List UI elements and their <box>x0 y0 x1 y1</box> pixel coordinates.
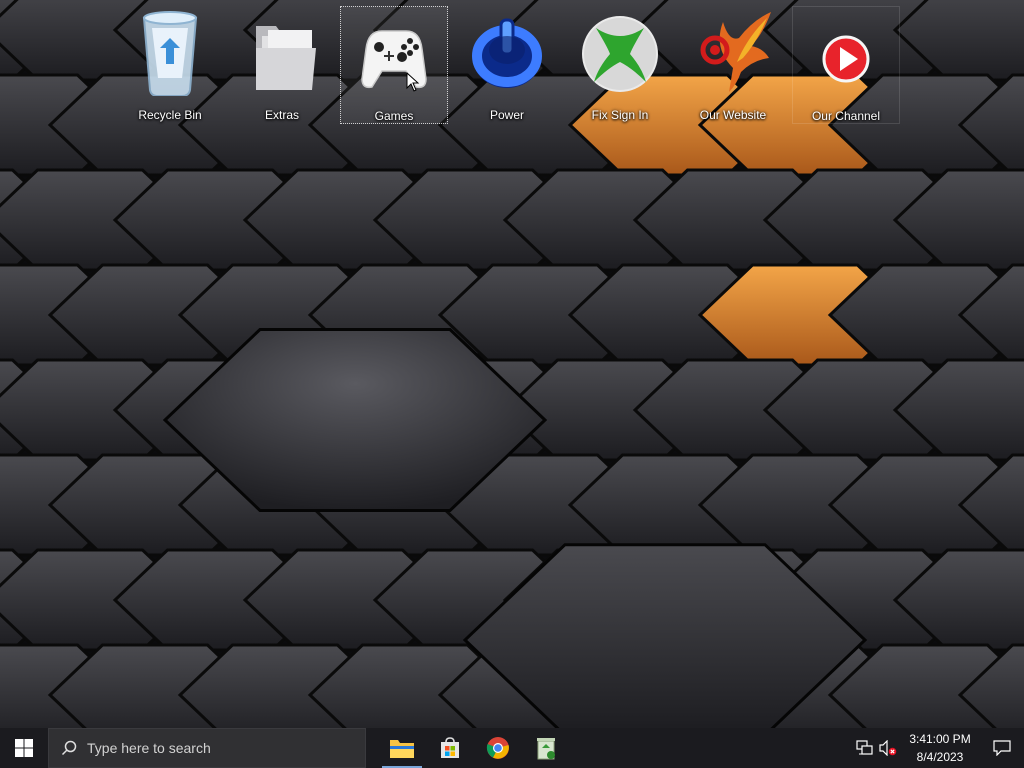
system-tray: 3:41:00 PM 8/4/2023 <box>852 728 1024 768</box>
taskbar-app-microsoft-store[interactable] <box>426 728 474 768</box>
recycle-app-icon <box>537 738 555 760</box>
start-button[interactable] <box>0 728 48 768</box>
desktop-icon-label: Games <box>374 109 414 123</box>
taskbar-app-chrome[interactable] <box>474 728 522 768</box>
search-input[interactable]: Type here to search <box>48 728 366 768</box>
microsoft-store-icon <box>441 737 459 758</box>
taskbar-app-file-explorer[interactable] <box>378 728 426 768</box>
taskbar: Type here to search 3:41:00 PM 8/4/2023 <box>0 728 1024 768</box>
phoenix-logo-icon <box>700 12 771 92</box>
desktop-icon-our-website[interactable]: Our Website <box>679 6 787 124</box>
desktop-icon-label: Fix Sign In <box>591 108 649 122</box>
xbox-icon <box>582 16 658 92</box>
file-explorer-icon <box>390 740 414 758</box>
desktop-icon-label: Power <box>489 108 524 122</box>
taskbar-app-recycle[interactable] <box>522 728 570 768</box>
tray-volume[interactable] <box>876 728 900 768</box>
game-controller-icon <box>361 30 427 89</box>
desktop[interactable]: Recycle Bin Extras Games Power Fix Sign … <box>0 0 1024 728</box>
network-icon <box>856 740 873 755</box>
chrome-icon <box>486 737 509 759</box>
desktop-icon-fix-sign-in[interactable]: Fix Sign In <box>566 6 674 124</box>
tray-network[interactable] <box>852 728 876 768</box>
windows-logo-icon <box>15 739 33 757</box>
search-placeholder: Type here to search <box>87 740 211 756</box>
desktop-icon-recycle-bin[interactable]: Recycle Bin <box>116 6 224 124</box>
recycle-bin-icon <box>142 11 198 96</box>
clock-date: 8/4/2023 <box>916 750 964 764</box>
desktop-icon-label: Our Website <box>699 108 767 122</box>
folder-icon <box>256 26 316 90</box>
desktop-icon-label: Recycle Bin <box>138 108 202 122</box>
play-button-icon <box>822 35 870 83</box>
notification-icon <box>993 740 1011 756</box>
speaker-muted-icon <box>879 740 897 756</box>
mouse-cursor-icon <box>406 72 420 92</box>
desktop-icon-our-channel[interactable]: Our Channel <box>792 6 900 124</box>
desktop-icon-label: Extras <box>264 108 299 122</box>
taskbar-clock[interactable]: 3:41:00 PM 8/4/2023 <box>900 730 980 766</box>
desktop-icon-label: Our Channel <box>811 109 881 123</box>
clock-time: 3:41:00 PM <box>909 732 971 746</box>
search-icon <box>61 740 77 756</box>
desktop-icon-games[interactable]: Games <box>340 6 448 124</box>
desktop-icon-power[interactable]: Power <box>453 6 561 124</box>
desktop-icon-extras[interactable]: Extras <box>228 6 336 124</box>
power-icon <box>472 18 542 88</box>
action-center-button[interactable] <box>980 728 1024 768</box>
